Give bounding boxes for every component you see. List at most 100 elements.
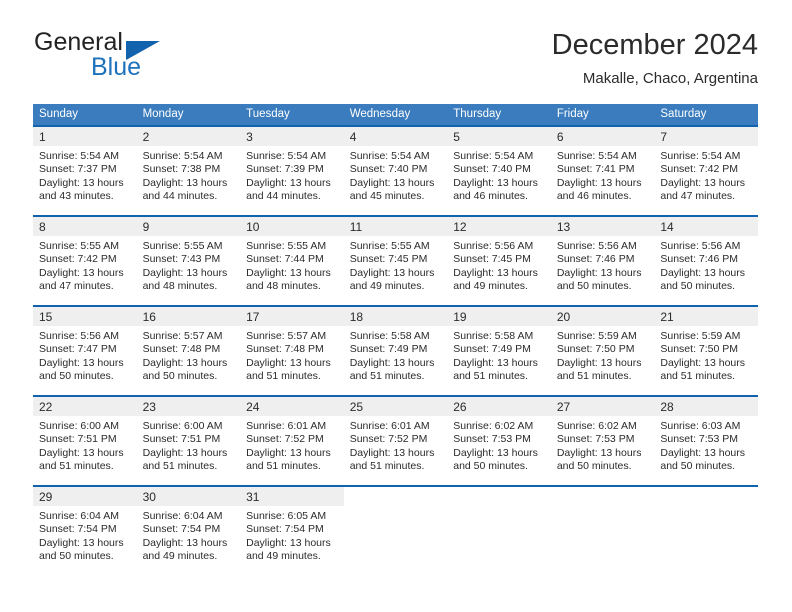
day-number: 4 (349, 130, 357, 144)
day-number: 26 (453, 400, 467, 414)
day-number-band: 31 (240, 487, 344, 506)
day-number-band: 1 (33, 127, 137, 146)
calendar-day-cell[interactable]: 29 Sunrise: 6:04 AM Sunset: 7:54 PM Dayligh… (33, 485, 137, 575)
day-details (551, 506, 655, 510)
day-details: Sunrise: 5:57 AM Sunset: 7:48 PM Daylight:… (240, 326, 344, 384)
calendar-day-cell[interactable]: 31 Sunrise: 6:05 AM Sunset: 7:54 PM Dayligh… (240, 485, 344, 575)
calendar-day-cell[interactable]: 15 Sunrise: 5:56 AM Sunset: 7:47 PM Dayligh… (33, 305, 137, 396)
sunset-text: Sunset: 7:54 PM (246, 523, 324, 536)
calendar-day-cell[interactable]: 18 Sunrise: 5:58 AM Sunset: 7:49 PM Dayligh… (343, 305, 448, 396)
daylight-text-line1: Daylight: 13 hours (349, 176, 435, 189)
day-number: 8 (39, 220, 46, 234)
sunrise-text: Sunrise: 5:59 AM (556, 330, 637, 342)
daylight-text-line1: Daylight: 13 hours (39, 266, 124, 279)
calendar-day-cell[interactable]: 6 Sunrise: 5:54 AM Sunset: 7:41 PM Daylight… (550, 125, 655, 216)
calendar-day-cell[interactable]: 4 Sunrise: 5:54 AM Sunset: 7:40 PM Daylight… (343, 125, 448, 216)
calendar-day-cell[interactable]: 14 Sunrise: 5:56 AM Sunset: 7:46 PM Dayligh… (654, 215, 758, 306)
daylight-text-line1: Daylight: 13 hours (142, 536, 228, 549)
day-number-band (344, 487, 448, 506)
calendar-day-cell[interactable]: 21 Sunrise: 5:59 AM Sunset: 7:50 PM Dayligh… (654, 305, 758, 396)
calendar-day-cell[interactable]: 10 Sunrise: 5:55 AM Sunset: 7:44 PM Dayligh… (240, 215, 344, 306)
day-details: Sunrise: 5:54 AM Sunset: 7:38 PM Daylight:… (137, 146, 241, 204)
calendar-day-cell[interactable]: 30 Sunrise: 6:04 AM Sunset: 7:54 PM Dayligh… (136, 485, 241, 575)
calendar-day-cell[interactable]: 1 Sunrise: 5:54 AM Sunset: 7:37 PM Daylight… (33, 125, 137, 216)
day-details: Sunrise: 5:54 AM Sunset: 7:40 PM Daylight:… (447, 146, 551, 204)
sunrise-text: Sunrise: 6:02 AM (556, 420, 637, 432)
calendar-day-cell[interactable]: 2 Sunrise: 5:54 AM Sunset: 7:38 PM Daylight… (136, 125, 241, 216)
daylight-text-line1: Daylight: 13 hours (142, 356, 228, 369)
day-cell-inner: 3 Sunrise: 5:54 AM Sunset: 7:39 PM Daylight… (240, 127, 344, 215)
day-cell-inner: 6 Sunrise: 5:54 AM Sunset: 7:41 PM Daylight… (550, 127, 655, 215)
sunset-text: Sunset: 7:37 PM (39, 163, 117, 176)
day-details (654, 506, 758, 510)
calendar-day-cell[interactable]: 27 Sunrise: 6:02 AM Sunset: 7:53 PM Dayligh… (550, 395, 655, 486)
sunset-text: Sunset: 7:48 PM (246, 343, 324, 356)
sunrise-text: Sunrise: 5:57 AM (246, 330, 327, 342)
daylight-text-line1: Daylight: 13 hours (660, 356, 746, 369)
calendar-day-cell[interactable]: 9 Sunrise: 5:55 AM Sunset: 7:43 PM Daylight… (136, 215, 241, 306)
sunrise-text: Sunrise: 5:54 AM (39, 150, 119, 162)
calendar-day-cell[interactable]: 16 Sunrise: 5:57 AM Sunset: 7:48 PM Dayligh… (136, 305, 241, 396)
day-details: Sunrise: 6:01 AM Sunset: 7:52 PM Daylight:… (344, 416, 448, 474)
day-details: Sunrise: 6:04 AM Sunset: 7:54 PM Daylight:… (33, 506, 137, 564)
sunrise-text: Sunrise: 5:59 AM (660, 330, 741, 342)
calendar-day-cell[interactable]: 7 Sunrise: 5:54 AM Sunset: 7:42 PM Daylight… (654, 125, 758, 216)
day-cell-inner: 17 Sunrise: 5:57 AM Sunset: 7:48 PM Dayligh… (240, 307, 344, 395)
calendar-day-cell[interactable]: 28 Sunrise: 6:03 AM Sunset: 7:53 PM Dayligh… (654, 395, 758, 486)
day-number: 10 (246, 220, 260, 234)
sunset-text: Sunset: 7:45 PM (453, 253, 531, 266)
day-cell-inner: 15 Sunrise: 5:56 AM Sunset: 7:47 PM Dayligh… (33, 307, 137, 395)
calendar-day-cell[interactable]: 11 Sunrise: 5:55 AM Sunset: 7:45 PM Dayligh… (343, 215, 448, 306)
calendar-day-cell[interactable]: 17 Sunrise: 5:57 AM Sunset: 7:48 PM Dayligh… (240, 305, 344, 396)
sunset-text: Sunset: 7:53 PM (556, 433, 635, 446)
day-cell-inner: 8 Sunrise: 5:55 AM Sunset: 7:42 PM Daylight… (33, 217, 137, 305)
calendar-day-cell[interactable]: 19 Sunrise: 5:58 AM Sunset: 7:49 PM Dayligh… (447, 305, 551, 396)
day-number-band: 12 (447, 217, 551, 236)
day-cell-inner: 22 Sunrise: 6:00 AM Sunset: 7:51 PM Dayligh… (33, 397, 137, 485)
day-number-band: 7 (654, 127, 758, 146)
sunrise-text: Sunrise: 5:56 AM (39, 330, 119, 342)
general-blue-logo[interactable]: General Blue (34, 28, 244, 90)
calendar-header-row: Sunday Monday Tuesday Wednesday Thursday… (33, 104, 758, 126)
page-title: December 2024 (551, 29, 758, 61)
calendar-day-cell[interactable]: 25 Sunrise: 6:01 AM Sunset: 7:52 PM Dayligh… (343, 395, 448, 486)
day-details: Sunrise: 5:59 AM Sunset: 7:50 PM Daylight:… (654, 326, 758, 384)
calendar-day-cell[interactable]: 3 Sunrise: 5:54 AM Sunset: 7:39 PM Daylight… (240, 125, 344, 216)
sunset-text: Sunset: 7:52 PM (349, 433, 428, 446)
calendar-day-cell[interactable]: 8 Sunrise: 5:55 AM Sunset: 7:42 PM Daylight… (33, 215, 137, 306)
day-cell-inner: 12 Sunrise: 5:56 AM Sunset: 7:45 PM Dayligh… (447, 217, 551, 305)
sunset-text: Sunset: 7:42 PM (39, 253, 117, 266)
daylight-text-line2: and 49 minutes. (349, 280, 425, 293)
calendar-day-cell[interactable]: 20 Sunrise: 5:59 AM Sunset: 7:50 PM Dayligh… (550, 305, 655, 396)
calendar-day-cell[interactable]: 26 Sunrise: 6:02 AM Sunset: 7:53 PM Dayligh… (447, 395, 551, 486)
calendar-day-cell-empty (654, 485, 758, 575)
day-number-band: 26 (447, 397, 551, 416)
daylight-text-line1: Daylight: 13 hours (246, 266, 331, 279)
day-details: Sunrise: 5:54 AM Sunset: 7:40 PM Daylight:… (344, 146, 448, 204)
calendar-day-cell-empty (343, 485, 448, 575)
title-block: December 2024 Makalle, Chaco, Argentina (552, 28, 758, 90)
daylight-text-line2: and 43 minutes. (39, 190, 114, 203)
daylight-text-line1: Daylight: 13 hours (556, 446, 642, 459)
day-number-band: 29 (33, 487, 137, 506)
daylight-text-line1: Daylight: 13 hours (453, 176, 538, 189)
sunrise-text: Sunrise: 5:54 AM (660, 150, 741, 162)
sunrise-text: Sunrise: 5:56 AM (556, 240, 637, 252)
day-details: Sunrise: 5:55 AM Sunset: 7:45 PM Daylight:… (344, 236, 448, 294)
calendar-day-cell[interactable]: 23 Sunrise: 6:00 AM Sunset: 7:51 PM Dayligh… (136, 395, 241, 486)
calendar-day-cell[interactable]: 24 Sunrise: 6:01 AM Sunset: 7:52 PM Dayligh… (240, 395, 344, 486)
day-cell-inner: 13 Sunrise: 5:56 AM Sunset: 7:46 PM Dayligh… (550, 217, 655, 305)
day-details: Sunrise: 5:54 AM Sunset: 7:37 PM Daylight:… (33, 146, 137, 204)
day-number-band: 22 (33, 397, 137, 416)
calendar-day-cell[interactable]: 12 Sunrise: 5:56 AM Sunset: 7:45 PM Dayligh… (447, 215, 551, 306)
calendar-day-cell[interactable]: 22 Sunrise: 6:00 AM Sunset: 7:51 PM Dayligh… (33, 395, 137, 486)
day-number-band: 2 (136, 127, 241, 146)
sunrise-text: Sunrise: 6:02 AM (453, 420, 534, 432)
calendar-day-cell[interactable]: 5 Sunrise: 5:54 AM Sunset: 7:40 PM Daylight… (447, 125, 551, 216)
day-details (447, 506, 551, 510)
calendar-day-cell[interactable]: 13 Sunrise: 5:56 AM Sunset: 7:46 PM Dayligh… (550, 215, 655, 306)
day-number: 2 (142, 130, 150, 144)
day-number-band: 8 (33, 217, 137, 236)
day-number-band: 6 (550, 127, 655, 146)
daylight-text-line2: and 46 minutes. (453, 190, 528, 203)
